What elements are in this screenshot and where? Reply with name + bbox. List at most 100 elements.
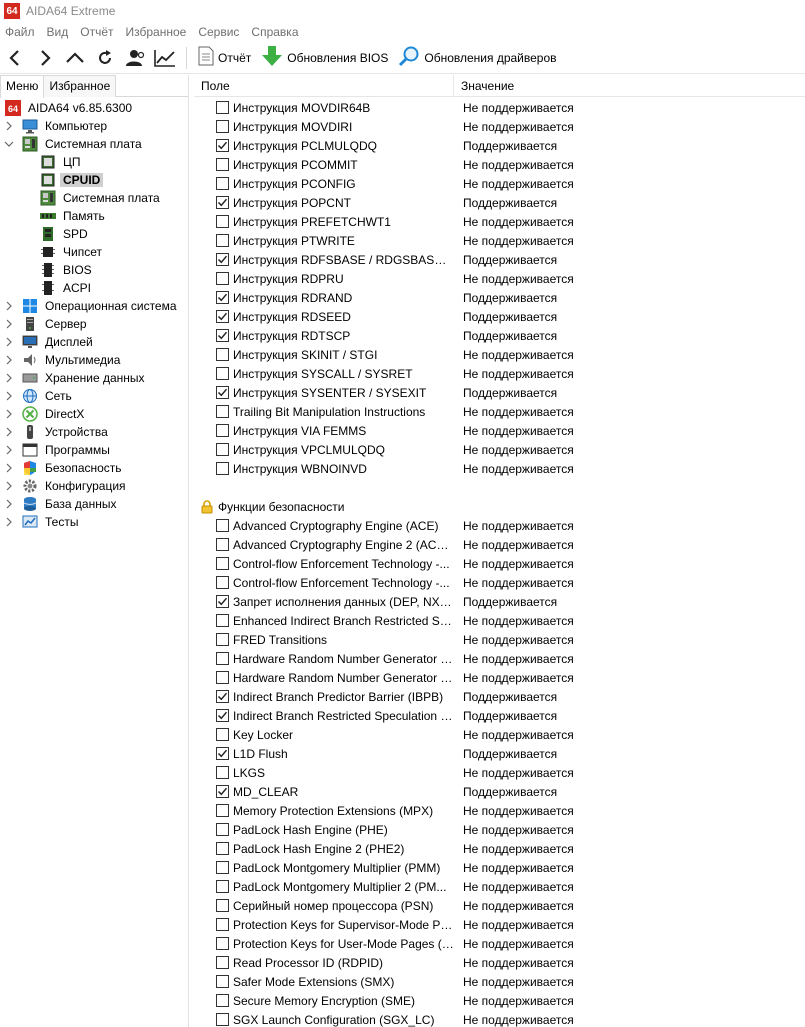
tree-item[interactable]: Сервер [0, 315, 188, 333]
table-row[interactable]: SGX Launch Configuration (SGX_LC) Не подд… [194, 1010, 805, 1027]
chevron-right-icon[interactable] [3, 117, 15, 135]
table-row[interactable]: FRED Transitions Не поддерживается [194, 630, 805, 649]
chevron-right-icon[interactable] [3, 351, 15, 369]
tree-item[interactable]: Операционная система [0, 297, 188, 315]
tree-item[interactable]: Системная плата [0, 189, 188, 207]
table-row[interactable]: PadLock Montgomery Multiplier 2 (PM... Не… [194, 877, 805, 896]
up-icon[interactable] [60, 43, 90, 73]
table-row[interactable]: Инструкция VPCLMULQDQ Не поддерживается [194, 440, 805, 459]
tree-item[interactable]: Системная плата [0, 135, 188, 153]
tree-item[interactable]: ЦП [0, 153, 188, 171]
table-row[interactable]: Indirect Branch Predictor Barrier (IBPB)… [194, 687, 805, 706]
forward-icon[interactable] [30, 43, 60, 73]
chevron-right-icon[interactable] [3, 297, 15, 315]
tree-item[interactable]: 64 AIDA64 v6.85.6300 [0, 99, 188, 117]
tab-menu[interactable]: Меню [0, 75, 45, 98]
chevron-right-icon[interactable] [3, 495, 15, 513]
table-row[interactable]: Инструкция PTWRITE Не поддерживается [194, 231, 805, 250]
table-row[interactable]: Инструкция SYSCALL / SYSRET Не поддержива… [194, 364, 805, 383]
table-row[interactable]: MD_CLEAR Поддерживается [194, 782, 805, 801]
table-row[interactable]: Hardware Random Number Generator (... Не … [194, 649, 805, 668]
tree-item[interactable]: SPD [0, 225, 188, 243]
table-row[interactable]: Secure Memory Encryption (SME) Не поддерж… [194, 991, 805, 1010]
chevron-right-icon[interactable] [3, 315, 15, 333]
tree-item[interactable]: Мультимедиа [0, 351, 188, 369]
table-row[interactable]: Safer Mode Extensions (SMX) Не поддержива… [194, 972, 805, 991]
column-header-value[interactable]: Значение [454, 75, 805, 97]
refresh-icon[interactable] [90, 43, 120, 73]
table-row[interactable]: Серийный номер процессора (PSN) Не поддер… [194, 896, 805, 915]
chevron-down-icon[interactable] [3, 135, 15, 153]
table-row[interactable]: Инструкция MOVDIR64B Не поддерживается [194, 98, 805, 117]
tree-item[interactable]: DirectX [0, 405, 188, 423]
table-row[interactable]: PadLock Hash Engine (PHE) Не поддерживает… [194, 820, 805, 839]
tree-item[interactable]: Конфигурация [0, 477, 188, 495]
tree-item[interactable]: Устройства [0, 423, 188, 441]
chart-icon[interactable] [150, 43, 180, 73]
table-row[interactable]: Инструкция PREFETCHWT1 Не поддерживается [194, 212, 805, 231]
tree-item[interactable]: Программы [0, 441, 188, 459]
table-row[interactable]: Инструкция PCLMULQDQ Поддерживается [194, 136, 805, 155]
tree-item[interactable]: Память [0, 207, 188, 225]
chevron-right-icon[interactable] [3, 387, 15, 405]
table-row[interactable]: Protection Keys for Supervisor-Mode Pa..… [194, 915, 805, 934]
table-row[interactable]: Инструкция RDTSCP Поддерживается [194, 326, 805, 345]
table-row[interactable]: Инструкция MOVDIRI Не поддерживается [194, 117, 805, 136]
table-row[interactable]: Advanced Cryptography Engine 2 (ACE2) Не … [194, 535, 805, 554]
chevron-right-icon[interactable] [3, 333, 15, 351]
table-row[interactable]: Инструкция PCONFIG Не поддерживается [194, 174, 805, 193]
table-row[interactable]: PadLock Montgomery Multiplier (PMM) Не по… [194, 858, 805, 877]
tree-item[interactable]: Безопасность [0, 459, 188, 477]
table-row[interactable]: Memory Protection Extensions (MPX) Не под… [194, 801, 805, 820]
table-row[interactable]: L1D Flush Поддерживается [194, 744, 805, 763]
tab-favorites[interactable]: Избранное [43, 75, 117, 97]
table-row[interactable]: Protection Keys for User-Mode Pages (P..… [194, 934, 805, 953]
tree-item[interactable]: BIOS [0, 261, 188, 279]
tree-item[interactable]: CPUID [0, 171, 188, 189]
table-row[interactable]: Enhanced Indirect Branch Restricted Sp..… [194, 611, 805, 630]
table-row[interactable]: Инструкция RDFSBASE / RDGSBASE / ... Подд… [194, 250, 805, 269]
chevron-right-icon[interactable] [3, 405, 15, 423]
table-row[interactable]: Control-flow Enforcement Technology -...… [194, 573, 805, 592]
driver-update-button[interactable]: Обновления драйверов [393, 43, 561, 73]
table-row[interactable]: Trailing Bit Manipulation Instructions Не… [194, 402, 805, 421]
table-row[interactable]: Инструкция RDSEED Поддерживается [194, 307, 805, 326]
menu-help[interactable]: Справка [245, 25, 304, 39]
table-row[interactable]: Инструкция VIA FEMMS Не поддерживается [194, 421, 805, 440]
menu-file[interactable]: Файл [0, 25, 41, 39]
table-row[interactable]: Key Locker Не поддерживается [194, 725, 805, 744]
tree-item[interactable]: База данных [0, 495, 188, 513]
table-row[interactable]: Инструкция SYSENTER / SYSEXIT Поддерживае… [194, 383, 805, 402]
menu-favorites[interactable]: Избранное [120, 25, 193, 39]
tree-item[interactable]: Сеть [0, 387, 188, 405]
table-row[interactable]: Инструкция POPCNT Поддерживается [194, 193, 805, 212]
chevron-right-icon[interactable] [3, 369, 15, 387]
bios-update-button[interactable]: Обновления BIOS [256, 43, 393, 73]
table-row[interactable]: Hardware Random Number Generator 2... Не … [194, 668, 805, 687]
menu-service[interactable]: Сервис [192, 25, 245, 39]
menu-report[interactable]: Отчёт [74, 25, 119, 39]
tree-item[interactable]: Чипсет [0, 243, 188, 261]
chevron-right-icon[interactable] [3, 459, 15, 477]
tree-item[interactable]: Компьютер [0, 117, 188, 135]
report-button[interactable]: Отчёт [193, 43, 256, 73]
chevron-right-icon[interactable] [3, 441, 15, 459]
column-header-field[interactable]: Поле [194, 74, 454, 97]
tree-item[interactable]: Тесты [0, 513, 188, 531]
table-row[interactable]: Запрет исполнения данных (DEP, NX, ... По… [194, 592, 805, 611]
tree-item[interactable]: Хранение данных [0, 369, 188, 387]
chevron-right-icon[interactable] [3, 477, 15, 495]
tree-item[interactable]: Дисплей [0, 333, 188, 351]
table-row[interactable]: Инструкция RDRAND Поддерживается [194, 288, 805, 307]
table-row[interactable]: Advanced Cryptography Engine (ACE) Не под… [194, 516, 805, 535]
table-row[interactable]: Indirect Branch Restricted Speculation (… [194, 706, 805, 725]
table-row[interactable]: Read Processor ID (RDPID) Не поддерживает… [194, 953, 805, 972]
table-row[interactable]: LKGS Не поддерживается [194, 763, 805, 782]
menu-view[interactable]: Вид [41, 25, 75, 39]
chevron-right-icon[interactable] [3, 423, 15, 441]
table-row[interactable]: Инструкция RDPRU Не поддерживается [194, 269, 805, 288]
user-icon[interactable] [120, 43, 150, 73]
table-row[interactable]: Инструкция PCOMMIT Не поддерживается [194, 155, 805, 174]
table-row[interactable]: Control-flow Enforcement Technology -...… [194, 554, 805, 573]
back-icon[interactable] [0, 43, 30, 73]
